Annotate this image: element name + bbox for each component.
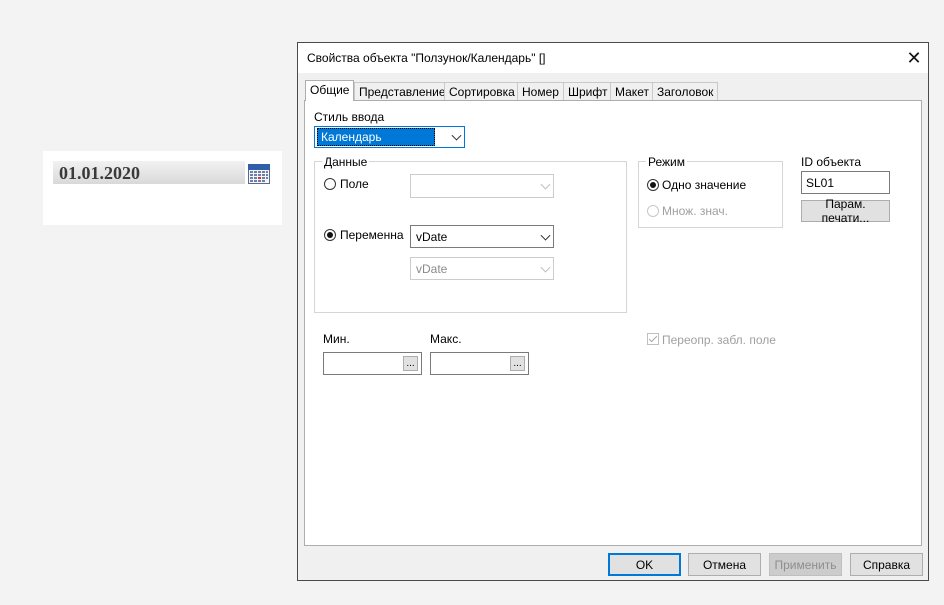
apply-label: Применить: [774, 557, 837, 572]
variable-radio[interactable]: [324, 229, 336, 241]
override-checkbox[interactable]: [647, 333, 659, 345]
min-input[interactable]: ...: [323, 352, 422, 375]
variable-select[interactable]: vDate: [410, 225, 554, 248]
field-radio-label: Поле: [340, 177, 369, 191]
chevron-down-icon: [540, 230, 551, 241]
min-label: Мин.: [323, 332, 350, 346]
max-ellipsis-button[interactable]: ...: [510, 356, 525, 371]
apply-button: Применить: [769, 553, 842, 576]
data-group-title: Данные: [322, 155, 370, 169]
chevron-down-icon: [540, 262, 551, 273]
tab-font[interactable]: Шрифт: [563, 82, 613, 100]
field-radio[interactable]: [324, 178, 336, 190]
object-id-input[interactable]: SL01: [801, 171, 890, 194]
single-value-radio[interactable]: [647, 179, 659, 191]
ok-button[interactable]: OK: [608, 553, 681, 576]
cancel-label: Отмена: [702, 557, 747, 572]
min-ellipsis-button[interactable]: ...: [403, 356, 418, 371]
title-bar[interactable]: Свойства объекта "Ползунок/Календарь" []…: [298, 43, 928, 73]
tab-caption[interactable]: Заголовок: [652, 82, 719, 100]
tab-presentation[interactable]: Представление: [354, 82, 451, 100]
calendar-object[interactable]: 01.01.2020: [43, 151, 282, 225]
ok-label: OK: [635, 557, 654, 572]
input-style-label: Стиль ввода: [314, 110, 385, 124]
calendar-icon[interactable]: [248, 164, 270, 184]
chevron-down-icon: [451, 130, 462, 141]
tab-sort[interactable]: Сортировка: [444, 82, 520, 100]
variable-select-secondary-value: vDate: [416, 261, 448, 276]
date-value: 01.01.2020: [59, 163, 140, 183]
tab-number[interactable]: Номер: [517, 82, 564, 100]
help-button[interactable]: Справка: [850, 553, 923, 576]
mode-group-title: Режим: [646, 155, 687, 169]
help-label: Справка: [862, 557, 911, 572]
max-input[interactable]: ...: [430, 352, 529, 375]
dialog-title: Свойства объекта "Ползунок/Календарь" []: [307, 51, 546, 65]
close-icon[interactable]: ✕: [903, 47, 925, 69]
multi-value-radio: [647, 205, 659, 217]
max-label: Макс.: [430, 332, 462, 346]
object-id-value: SL01: [806, 175, 835, 190]
cancel-button[interactable]: Отмена: [688, 553, 761, 576]
print-settings-label: Парам. печати...: [821, 197, 870, 225]
print-settings-button[interactable]: Парам. печати...: [801, 197, 890, 225]
input-style-value: Календарь: [317, 128, 435, 146]
tab-layout[interactable]: Макет: [610, 82, 654, 100]
variable-radio-label: Переменна: [340, 228, 404, 242]
variable-select-value: vDate: [416, 229, 448, 244]
field-select[interactable]: [410, 174, 554, 198]
object-id-label: ID объекта: [801, 155, 862, 169]
tab-general[interactable]: Общие: [305, 80, 355, 101]
single-value-label: Одно значение: [662, 178, 747, 192]
properties-dialog: Свойства объекта "Ползунок/Календарь" []…: [297, 42, 929, 581]
chevron-down-icon: [540, 179, 551, 190]
override-checkbox-label: Переопр. забл. поле: [662, 333, 776, 347]
multi-value-label: Множ. знач.: [662, 204, 728, 218]
input-style-select[interactable]: Календарь: [314, 126, 465, 148]
variable-select-secondary[interactable]: vDate: [410, 257, 554, 280]
